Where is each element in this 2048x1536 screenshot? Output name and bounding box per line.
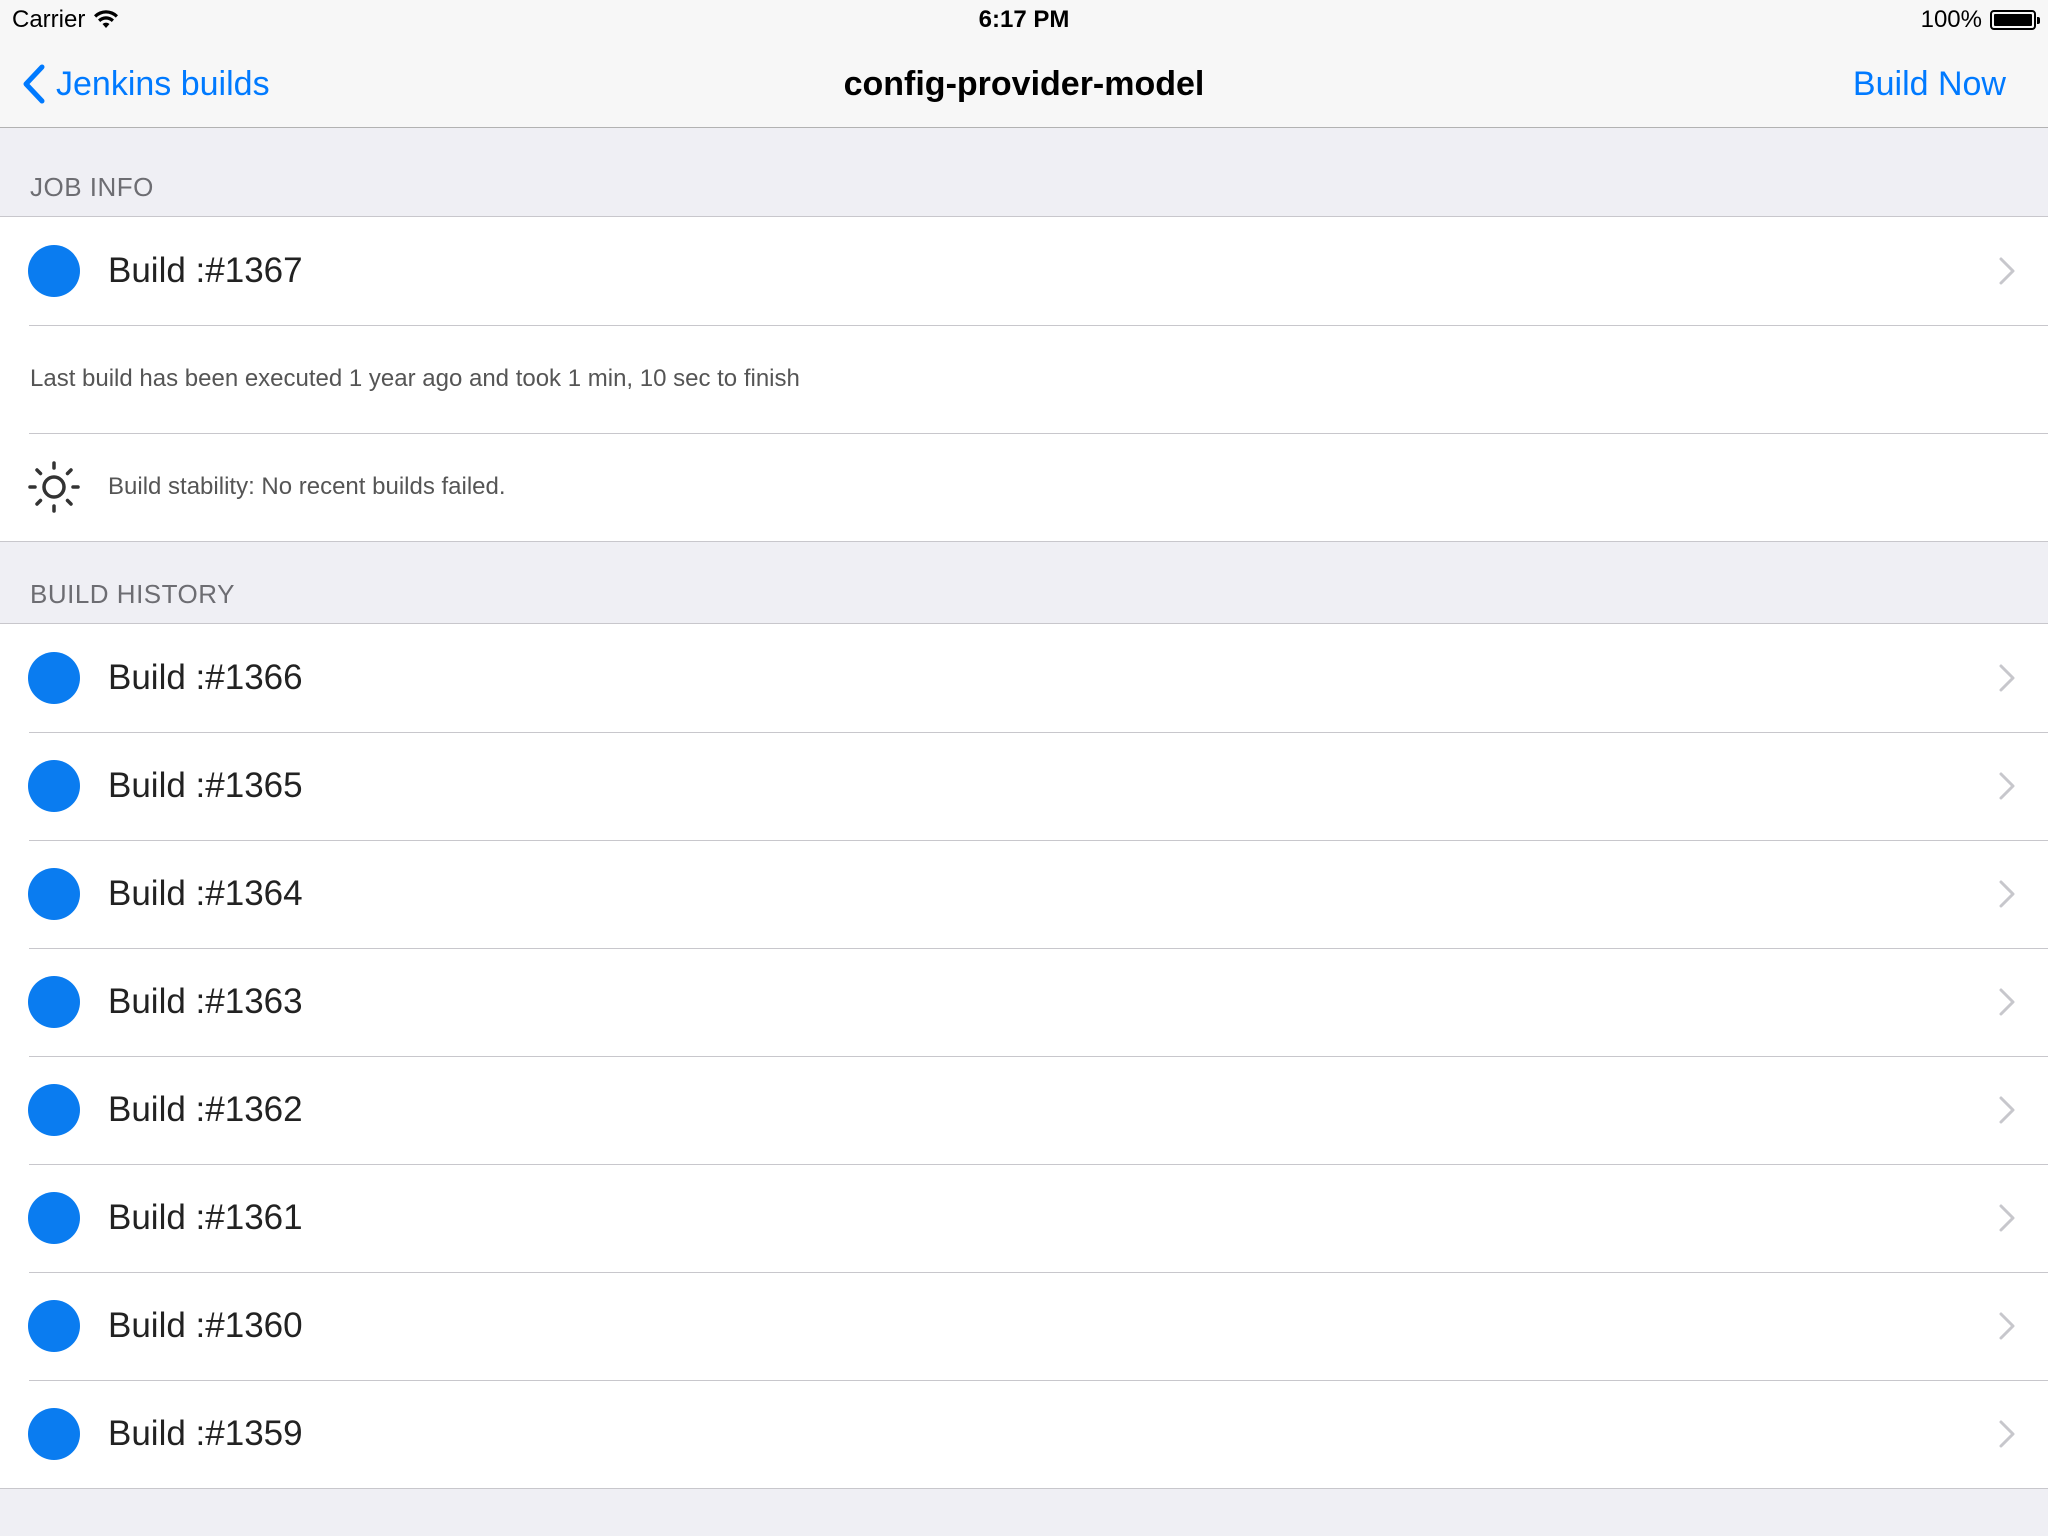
build-history-row[interactable]: Build :#1361	[0, 1164, 2048, 1272]
chevron-left-icon	[23, 64, 45, 104]
build-status-indicator	[28, 976, 80, 1028]
screen: Carrier 6:17 PM 100% Jenkins builds conf…	[0, 0, 2048, 1536]
build-history-row[interactable]: Build :#1362	[0, 1056, 2048, 1164]
build-status-indicator	[28, 760, 80, 812]
build-label: Build :#1366	[108, 658, 303, 697]
build-history-row[interactable]: Build :#1365	[0, 732, 2048, 840]
build-label: Build :#1365	[108, 766, 303, 805]
status-bar: Carrier 6:17 PM 100%	[0, 0, 2048, 40]
build-label: Build :#1361	[108, 1198, 303, 1237]
build-summary-row: Last build has been executed 1 year ago …	[0, 325, 2048, 433]
chevron-right-icon	[1996, 1420, 2018, 1448]
build-label: Build :#1359	[108, 1414, 303, 1453]
last-build-row[interactable]: Build :#1367	[0, 217, 2048, 325]
battery-fill	[1994, 14, 2032, 26]
status-time: 6:17 PM	[978, 6, 1070, 33]
build-status-indicator	[28, 868, 80, 920]
build-history-group: Build :#1366 Build :#1365 Build :#1364 Buil…	[0, 623, 2048, 1489]
build-status-indicator	[28, 1192, 80, 1244]
build-status-indicator	[28, 245, 80, 297]
build-now-button[interactable]: Build Now	[1853, 40, 2006, 128]
battery-indicator: 100%	[1920, 6, 2040, 34]
build-label: Build :#1364	[108, 874, 303, 913]
build-status-indicator	[28, 1408, 80, 1460]
battery-icon	[1990, 10, 2040, 30]
back-button-label: Jenkins builds	[56, 64, 270, 103]
build-label: Build :#1360	[108, 1306, 303, 1345]
back-button[interactable]: Jenkins builds	[22, 40, 270, 128]
chevron-right-icon	[1996, 1312, 2018, 1340]
build-summary-text: Last build has been executed 1 year ago …	[30, 365, 800, 392]
chevron-right-icon	[1996, 664, 2018, 692]
build-status-indicator	[28, 652, 80, 704]
build-history-row[interactable]: Build :#1363	[0, 948, 2048, 1056]
build-stability-row: Build stability: No recent builds failed…	[0, 433, 2048, 541]
build-label: Build :#1363	[108, 982, 303, 1021]
build-history-row[interactable]: Build :#1364	[0, 840, 2048, 948]
chevron-right-icon	[1996, 880, 2018, 908]
build-history-row[interactable]: Build :#1359	[0, 1380, 2048, 1488]
sun-icon	[28, 461, 80, 513]
chevron-right-icon	[1996, 1204, 2018, 1232]
build-stability-text: Build stability: No recent builds failed…	[108, 473, 506, 500]
chevron-right-icon	[1996, 1096, 2018, 1124]
section-header-build-history: BUILD HISTORY	[30, 579, 235, 609]
chevron-right-icon	[1996, 772, 2018, 800]
chevron-right-icon	[1996, 988, 2018, 1016]
last-build-label: Build :#1367	[108, 251, 303, 290]
build-label: Build :#1362	[108, 1090, 303, 1129]
section-header-job-info: JOB INFO	[30, 172, 154, 202]
build-history-row[interactable]: Build :#1366	[0, 624, 2048, 732]
build-history-row[interactable]: Build :#1360	[0, 1272, 2048, 1380]
page-title-container: config-provider-model	[0, 40, 2048, 128]
navigation-bar: Jenkins builds config-provider-model Bui…	[0, 40, 2048, 128]
build-status-indicator	[28, 1300, 80, 1352]
page-title: config-provider-model	[843, 64, 1205, 103]
build-status-indicator	[28, 1084, 80, 1136]
job-info-group: Build :#1367 Last build has been execute…	[0, 216, 2048, 542]
chevron-right-icon	[1996, 257, 2018, 285]
battery-percent: 100%	[1920, 6, 1982, 33]
